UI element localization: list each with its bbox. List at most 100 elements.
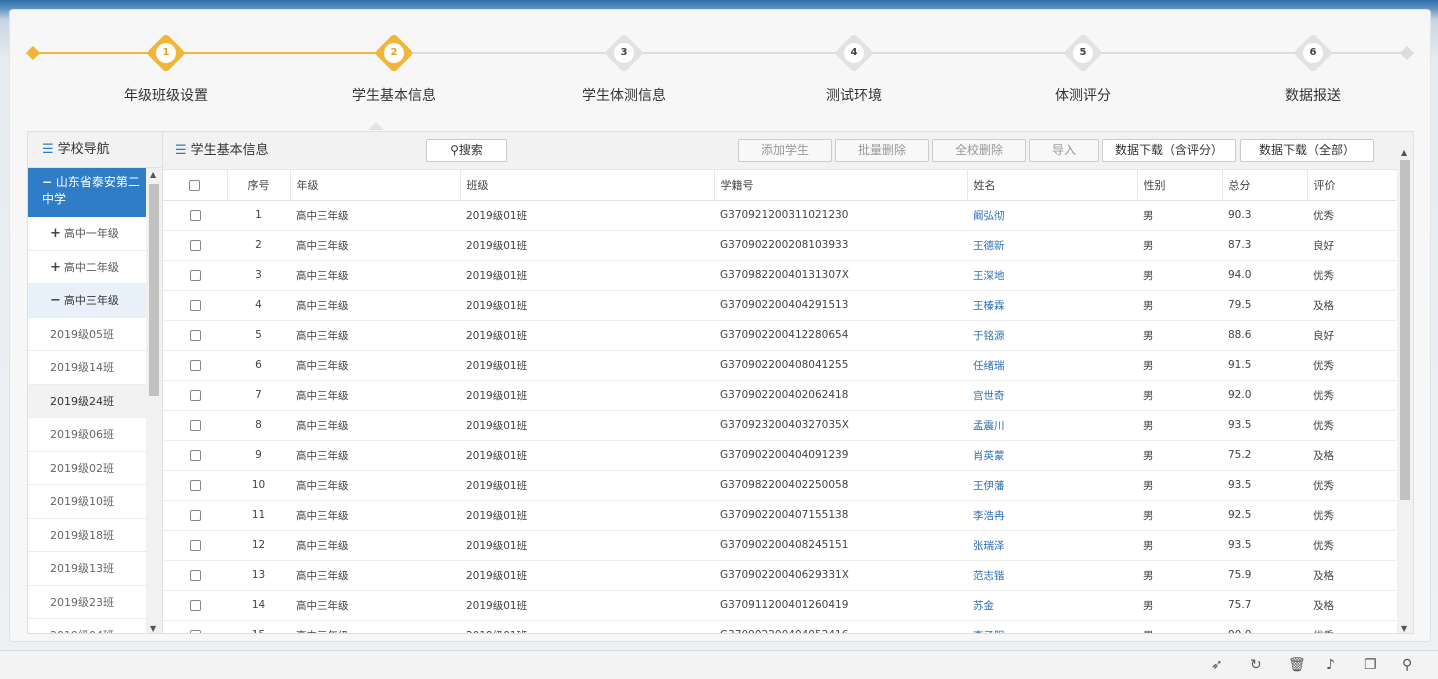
nav-scroll-thumb[interactable]: [149, 184, 159, 396]
row-checkbox-cell[interactable]: [163, 200, 227, 231]
student-name-link[interactable]: 苏金: [967, 590, 1137, 621]
row-checkbox[interactable]: [189, 509, 201, 521]
student-name-link[interactable]: 张瑞泽: [967, 530, 1137, 561]
nav-class-item[interactable]: 2019级10班: [28, 485, 146, 519]
row-checkbox-cell[interactable]: [163, 620, 227, 633]
table-row[interactable]: 13 高中三年级 2019级01班 G37090220040629331X 范志锴男 75…: [163, 560, 1396, 591]
nav-class-item[interactable]: 2019级02班: [28, 452, 146, 485]
row-checkbox-cell[interactable]: [163, 380, 227, 411]
window-icon[interactable]: ❐: [1364, 657, 1377, 673]
import-button[interactable]: 导入: [1029, 139, 1099, 162]
row-checkbox-cell[interactable]: [163, 290, 227, 321]
column-header[interactable]: 性别: [1137, 170, 1223, 201]
nav-class-item[interactable]: 2019级14班: [28, 351, 146, 385]
column-header[interactable]: 评价: [1307, 170, 1396, 201]
row-checkbox-cell[interactable]: [163, 230, 227, 261]
row-checkbox-cell[interactable]: [163, 470, 227, 501]
nav-grade-item[interactable]: − 高中三年级: [28, 284, 146, 318]
nav-class-item[interactable]: 2019级13班: [28, 552, 146, 586]
rocket-icon[interactable]: ➶: [1211, 657, 1223, 673]
nav-school-item[interactable]: − 山东省泰安第二中学: [28, 168, 146, 217]
row-checkbox-cell[interactable]: [163, 500, 227, 531]
column-header[interactable]: 学籍号: [714, 170, 968, 201]
search-icon[interactable]: ⚲: [1402, 657, 1412, 673]
table-row[interactable]: 2 高中三年级 2019级01班 G370902200208103933 王德新男 87.…: [163, 230, 1396, 261]
table-row[interactable]: 10 高中三年级 2019级01班 G370982200402250058 王伊藩男 93…: [163, 470, 1396, 501]
column-header[interactable]: 姓名: [967, 170, 1138, 201]
student-name-link[interactable]: 阚弘彻: [967, 200, 1137, 231]
table-row[interactable]: 3 高中三年级 2019级01班 G37098220040131307X 王深地男 94.…: [163, 260, 1396, 291]
column-header[interactable]: 总分: [1222, 170, 1308, 201]
step-5-marker[interactable]: 5: [1063, 33, 1103, 73]
student-name-link[interactable]: 王德新: [967, 230, 1137, 261]
nav-class-item[interactable]: 2019级24班: [28, 384, 146, 418]
step-1-label[interactable]: 年级班级设置: [86, 85, 246, 105]
nav-grade-item[interactable]: + 高中二年级: [28, 251, 146, 284]
nav-class-item[interactable]: 2019级04班: [28, 619, 146, 633]
row-checkbox[interactable]: [189, 479, 201, 491]
row-checkbox-cell[interactable]: [163, 530, 227, 561]
row-checkbox-cell[interactable]: [163, 560, 227, 591]
student-name-link[interactable]: 于铭源: [967, 320, 1137, 351]
row-checkbox[interactable]: [189, 389, 201, 401]
table-row[interactable]: 14 高中三年级 2019级01班 G370911200401260419 苏金男 75.…: [163, 590, 1396, 621]
table-row[interactable]: 1 高中三年级 2019级01班 G370921200311021230 阚弘彻男 90.…: [163, 200, 1396, 231]
search-button[interactable]: ⚲搜索: [426, 139, 507, 162]
column-header[interactable]: 年级: [290, 170, 461, 201]
row-checkbox-cell[interactable]: [163, 410, 227, 441]
row-checkbox[interactable]: [189, 629, 201, 633]
student-name-link[interactable]: 宫世奇: [967, 380, 1137, 411]
row-checkbox-cell[interactable]: [163, 440, 227, 471]
row-checkbox-cell[interactable]: [163, 320, 227, 351]
row-checkbox[interactable]: [189, 539, 201, 551]
column-header[interactable]: 班级: [460, 170, 715, 201]
row-checkbox-cell[interactable]: [163, 350, 227, 381]
row-checkbox[interactable]: [189, 269, 201, 281]
nav-class-item[interactable]: 2019级23班: [28, 586, 146, 619]
row-checkbox[interactable]: [189, 239, 201, 251]
table-row[interactable]: 4 高中三年级 2019级01班 G370902200404291513 王榛霖男 79.…: [163, 290, 1396, 321]
step-3-label[interactable]: 学生体测信息: [544, 85, 704, 105]
student-name-link[interactable]: 李浩冉: [967, 500, 1137, 531]
table-row[interactable]: 12 高中三年级 2019级01班 G370902200408245151 张瑞泽男 93…: [163, 530, 1396, 561]
batch-delete-button[interactable]: 批量删除: [835, 139, 929, 162]
row-checkbox[interactable]: [189, 419, 201, 431]
row-checkbox[interactable]: [189, 299, 201, 311]
add-student-button[interactable]: 添加学生: [738, 139, 832, 162]
row-checkbox[interactable]: [189, 359, 201, 371]
student-name-link[interactable]: 肖英蒙: [967, 440, 1137, 471]
step-5-label[interactable]: 体测评分: [1003, 85, 1163, 105]
collapse-icon[interactable]: −: [50, 293, 61, 308]
download-all-button[interactable]: 数据下载（全部）: [1240, 139, 1374, 162]
student-name-link[interactable]: 孟震川: [967, 410, 1137, 441]
select-all-checkbox[interactable]: [189, 179, 201, 191]
table-row[interactable]: 5 高中三年级 2019级01班 G370902200412280654 于铭源男 88.…: [163, 320, 1396, 351]
student-name-link[interactable]: 任绪瑞: [967, 350, 1137, 381]
speaker-icon[interactable]: ♪: [1326, 657, 1335, 673]
table-row[interactable]: 9 高中三年级 2019级01班 G370902200404091239 肖英蒙男 75.…: [163, 440, 1396, 471]
scroll-up-icon[interactable]: ▲: [150, 170, 156, 179]
student-name-link[interactable]: 李子阳: [967, 620, 1137, 633]
row-checkbox-cell[interactable]: [163, 260, 227, 291]
delete-all-button[interactable]: 全校删除: [932, 139, 1026, 162]
step-6-label[interactable]: 数据报送: [1233, 85, 1393, 105]
scroll-up-icon[interactable]: ▲: [1401, 148, 1407, 157]
table-row[interactable]: 8 高中三年级 2019级01班 G37092320040327035X 孟震川男 93.…: [163, 410, 1396, 441]
student-name-link[interactable]: 王伊藩: [967, 470, 1137, 501]
nav-class-item[interactable]: 2019级18班: [28, 519, 146, 552]
student-name-link[interactable]: 王深地: [967, 260, 1137, 291]
student-name-link[interactable]: 王榛霖: [967, 290, 1137, 321]
row-checkbox[interactable]: [189, 449, 201, 461]
scroll-down-icon[interactable]: ▼: [150, 624, 156, 633]
step-2-marker[interactable]: 2: [374, 33, 414, 73]
student-name-link[interactable]: 范志锴: [967, 560, 1137, 591]
nav-scrollbar[interactable]: ▲ ▼: [146, 168, 162, 633]
row-checkbox[interactable]: [189, 329, 201, 341]
row-checkbox[interactable]: [189, 569, 201, 581]
select-all-checkbox-cell[interactable]: [163, 170, 228, 201]
row-checkbox-cell[interactable]: [163, 590, 227, 621]
nav-class-item[interactable]: 2019级05班: [28, 318, 146, 351]
column-header[interactable]: 序号: [227, 170, 291, 201]
row-checkbox[interactable]: [189, 599, 201, 611]
nav-grade-item[interactable]: + 高中一年级: [28, 217, 146, 251]
